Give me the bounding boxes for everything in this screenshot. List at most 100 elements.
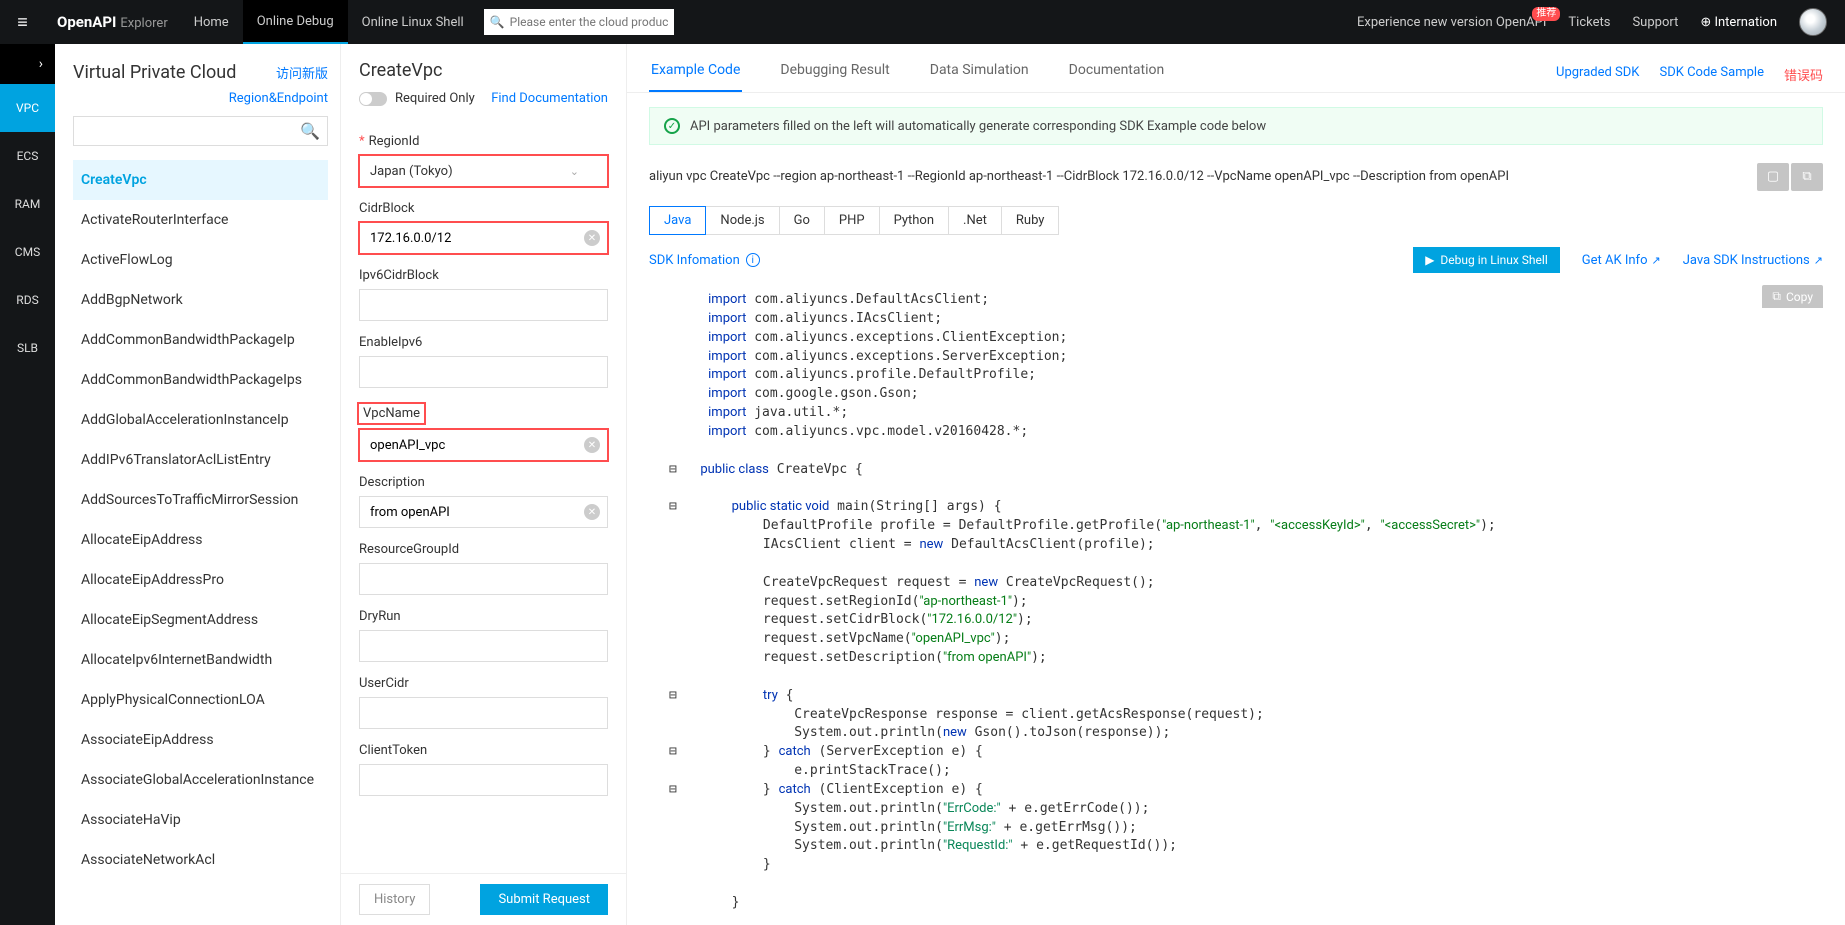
experience-link[interactable]: Experience new version OpenAPI 推荐	[1357, 15, 1546, 30]
usercidr-label: UserCidr	[359, 676, 608, 691]
description-input[interactable]	[359, 496, 608, 528]
cloud-product-search-input[interactable]	[484, 9, 674, 35]
regionid-select[interactable]: Japan (Tokyo) ⌄	[359, 155, 608, 187]
clear-icon[interactable]: ✕	[584, 437, 600, 453]
content-tab[interactable]: Documentation	[1067, 56, 1167, 92]
tickets-link[interactable]: Tickets	[1568, 15, 1610, 30]
info-icon: i	[746, 253, 760, 267]
code-editor[interactable]: import com.aliyuncs.DefaultAcsClient; im…	[649, 281, 1823, 913]
history-button[interactable]: History	[359, 884, 430, 915]
globe-icon: ⊕	[1700, 15, 1711, 30]
top-nav: HomeOnline DebugOnline Linux Shell	[180, 0, 478, 44]
logo-bold: OpenAPI	[57, 13, 116, 31]
find-documentation-link[interactable]: Find Documentation	[491, 91, 608, 106]
usercidr-input[interactable]	[359, 697, 608, 729]
sdk-code-sample-link[interactable]: SDK Code Sample	[1659, 65, 1764, 84]
api-item[interactable]: AddCommonBandwidthPackageIp	[73, 320, 328, 360]
copy-code-button[interactable]: ⧉ Copy	[1762, 285, 1823, 308]
api-item[interactable]: AddGlobalAccelerationInstanceIp	[73, 400, 328, 440]
recommend-badge: 推荐	[1532, 7, 1560, 21]
dryrun-input[interactable]	[359, 630, 608, 662]
visit-new-link[interactable]: 访问新版	[276, 63, 328, 82]
region-endpoint-link[interactable]: Region&Endpoint	[73, 91, 328, 106]
rail-product-rds[interactable]: RDS	[0, 276, 55, 324]
api-item[interactable]: AssociateHaVip	[73, 800, 328, 840]
vpcname-input[interactable]	[359, 429, 608, 461]
lang-tab[interactable]: Ruby	[1001, 206, 1060, 235]
api-item[interactable]: AssociateEipAddress	[73, 720, 328, 760]
vpcname-label: VpcName	[359, 404, 424, 423]
content-tab[interactable]: Debugging Result	[778, 56, 891, 92]
ipv6cidrblock-input[interactable]	[359, 289, 608, 321]
submit-request-button[interactable]: Submit Request	[480, 884, 608, 915]
expand-rail-icon[interactable]: ›	[0, 44, 55, 84]
api-item[interactable]: ApplyPhysicalConnectionLOA	[73, 680, 328, 720]
cidrblock-label: CidrBlock	[359, 201, 608, 216]
rail-product-ram[interactable]: RAM	[0, 180, 55, 228]
top-nav-item[interactable]: Home	[180, 0, 243, 44]
api-search-input[interactable]	[73, 116, 328, 146]
rail-product-vpc[interactable]: VPC	[0, 84, 55, 132]
lang-tab[interactable]: Python	[879, 206, 949, 235]
internation-label: Internation	[1714, 15, 1777, 30]
menu-icon[interactable]: ≡	[0, 12, 45, 33]
api-item[interactable]: ActiveFlowLog	[73, 240, 328, 280]
sdk-info-link[interactable]: SDK Infomation i	[649, 253, 760, 268]
clienttoken-input[interactable]	[359, 764, 608, 796]
copy-cli-icon[interactable]: ⧉	[1791, 163, 1823, 191]
cidrblock-input[interactable]	[359, 222, 608, 254]
api-item[interactable]: ActivateRouterInterface	[73, 200, 328, 240]
error-code-link[interactable]: 错误码	[1784, 65, 1823, 84]
get-ak-info-link[interactable]: Get AK Info↗	[1582, 253, 1661, 268]
lang-tab[interactable]: Java	[649, 206, 706, 235]
api-item[interactable]: AllocateEipAddress	[73, 520, 328, 560]
clear-icon[interactable]: ✕	[584, 504, 600, 520]
api-item[interactable]: AllocateEipSegmentAddress	[73, 600, 328, 640]
api-item[interactable]: AddCommonBandwidthPackageIps	[73, 360, 328, 400]
content-panel: Example Code Debugging Result Data Simulat…	[627, 44, 1845, 925]
enableipv6-input[interactable]	[359, 356, 608, 388]
api-item[interactable]: AllocateEipAddressPro	[73, 560, 328, 600]
top-nav-item[interactable]: Online Linux Shell	[348, 0, 478, 44]
content-tab[interactable]: Data Simulation	[928, 56, 1031, 92]
dryrun-label: DryRun	[359, 609, 608, 624]
lang-tab[interactable]: Node.js	[705, 206, 779, 235]
support-link[interactable]: Support	[1632, 15, 1678, 30]
top-search: 🔍	[484, 9, 674, 35]
api-item[interactable]: AddBgpNetwork	[73, 280, 328, 320]
upgraded-sdk-link[interactable]: Upgraded SDK	[1556, 65, 1639, 84]
api-items: CreateVpcActivateRouterInterfaceActiveFl…	[73, 160, 328, 917]
clienttoken-label: ClientToken	[359, 743, 608, 758]
top-nav-item[interactable]: Online Debug	[243, 0, 348, 44]
api-item[interactable]: AssociateNetworkAcl	[73, 840, 328, 880]
required-only-label: Required Only	[395, 91, 475, 106]
topbar: ≡ OpenAPI Explorer HomeOnline DebugOnlin…	[0, 0, 1845, 44]
debug-linux-shell-button[interactable]: ▶ Debug in Linux Shell	[1413, 247, 1560, 273]
java-sdk-instructions-link[interactable]: Java SDK Instructions↗	[1683, 253, 1823, 268]
rail-product-cms[interactable]: CMS	[0, 228, 55, 276]
internation-link[interactable]: ⊕ Internation	[1700, 15, 1777, 30]
cli-command: aliyun vpc CreateVpc --region ap-northea…	[649, 159, 1743, 194]
chevron-down-icon: ⌄	[570, 165, 579, 178]
api-item[interactable]: AddSourcesToTrafficMirrorSession	[73, 480, 328, 520]
api-item[interactable]: AllocateIpv6InternetBandwidth	[73, 640, 328, 680]
content-tab[interactable]: Example Code	[649, 56, 742, 92]
cloud-shell-icon[interactable]: ▢	[1757, 163, 1789, 191]
external-link-icon: ↗	[1814, 254, 1823, 267]
api-item[interactable]: AssociateGlobalAccelerationInstance	[73, 760, 328, 800]
required-only-toggle[interactable]	[359, 92, 387, 106]
clear-icon[interactable]: ✕	[584, 230, 600, 246]
lang-tab[interactable]: Go	[779, 206, 825, 235]
rail-product-slb[interactable]: SLB	[0, 324, 55, 372]
api-item[interactable]: CreateVpc	[73, 160, 328, 200]
rail-product-ecs[interactable]: ECS	[0, 132, 55, 180]
lang-tab[interactable]: .Net	[948, 206, 1002, 235]
resourcegroupid-input[interactable]	[359, 563, 608, 595]
api-item[interactable]: AddIPv6TranslatorAclListEntry	[73, 440, 328, 480]
user-avatar[interactable]	[1799, 8, 1827, 36]
logo[interactable]: OpenAPI Explorer	[45, 13, 180, 31]
logo-light: Explorer	[120, 16, 167, 31]
param-form-panel: CreateVpc Required Only Find Documentati…	[341, 44, 627, 925]
resourcegroupid-label: ResourceGroupId	[359, 542, 608, 557]
lang-tab[interactable]: PHP	[824, 206, 880, 235]
